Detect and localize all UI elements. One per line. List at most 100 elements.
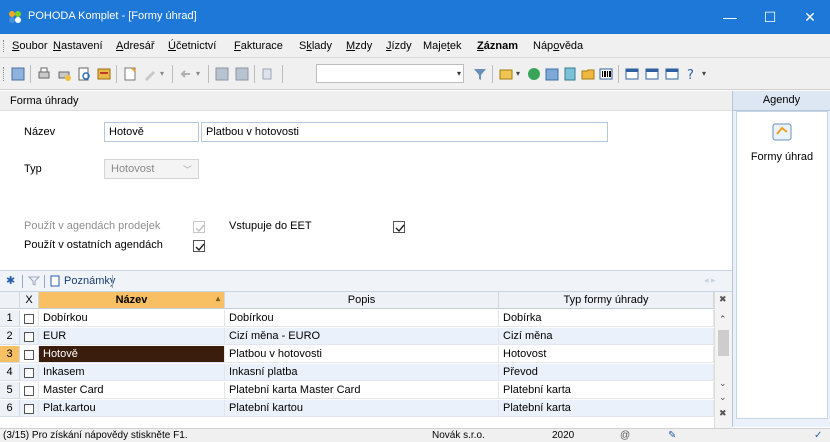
menu-napoveda[interactable]: Nápověda bbox=[533, 40, 583, 52]
print-setup-icon[interactable] bbox=[56, 66, 72, 82]
row-number[interactable]: 3 bbox=[0, 346, 20, 363]
cell-typ[interactable]: Platební karta bbox=[499, 382, 714, 399]
cell-nazev[interactable]: Plat.kartou bbox=[39, 400, 225, 417]
maximize-button[interactable]: ☐ bbox=[750, 0, 790, 34]
menu-nastaveni[interactable]: Nastavení bbox=[53, 40, 103, 52]
cell-nazev[interactable]: Hotově bbox=[39, 346, 225, 363]
eet-checkbox[interactable] bbox=[393, 221, 405, 233]
window-tile-icon[interactable] bbox=[624, 66, 640, 82]
back-arrow-icon[interactable] bbox=[178, 66, 194, 82]
edit-icon[interactable] bbox=[142, 66, 158, 82]
help-icon[interactable]: ? bbox=[684, 66, 700, 82]
cell-typ[interactable]: Cizí měna bbox=[499, 328, 714, 345]
cell-popis[interactable]: Platební kartou bbox=[225, 400, 499, 417]
agendy-list: Formy úhrad bbox=[736, 111, 828, 419]
book-icon[interactable] bbox=[10, 66, 26, 82]
cell-nazev[interactable]: EUR bbox=[39, 328, 225, 345]
report-icon[interactable] bbox=[96, 66, 112, 82]
status-email-icon[interactable]: @ bbox=[620, 430, 630, 441]
scroll-up-icon[interactable]: ⌃ bbox=[719, 314, 727, 325]
quick-search-combo[interactable]: ▾ bbox=[316, 64, 464, 83]
new-record-icon[interactable] bbox=[122, 66, 138, 82]
cell-nazev[interactable]: Dobírkou bbox=[39, 310, 225, 327]
window-cascade-icon[interactable] bbox=[644, 66, 660, 82]
scroll-end-icon[interactable]: ✖ bbox=[719, 408, 727, 419]
edit-dropdown-icon[interactable]: ▾ bbox=[160, 69, 164, 78]
menu-fakturace[interactable]: Fakturace bbox=[234, 40, 283, 52]
grid-header-nazev[interactable]: Název ▴ bbox=[39, 292, 225, 309]
menu-jizdy[interactable]: Jízdy bbox=[386, 40, 412, 52]
status-pen-icon[interactable]: ✎ bbox=[668, 430, 676, 441]
back-dropdown-icon[interactable]: ▾ bbox=[196, 69, 200, 78]
print-preview-icon[interactable] bbox=[76, 66, 92, 82]
row-number[interactable]: 2 bbox=[0, 328, 20, 345]
save-all-icon[interactable] bbox=[234, 66, 250, 82]
menu-zaznam[interactable]: Záznam bbox=[477, 40, 518, 52]
row-checkbox[interactable] bbox=[24, 314, 34, 324]
row-number[interactable]: 5 bbox=[0, 382, 20, 399]
agenda-item-formy-uhrad[interactable]: Formy úhrad bbox=[737, 116, 827, 176]
document-icon[interactable] bbox=[498, 66, 514, 82]
grid-header-popis[interactable]: Popis bbox=[225, 292, 499, 309]
menu-adresar[interactable]: Adresář bbox=[116, 40, 155, 52]
scroll-thumb[interactable] bbox=[718, 330, 729, 356]
row-number[interactable]: 4 bbox=[0, 364, 20, 381]
row-checkbox[interactable] bbox=[24, 332, 34, 342]
menu-sklady[interactable]: Sklady bbox=[299, 40, 332, 52]
cell-typ[interactable]: Převod bbox=[499, 364, 714, 381]
combo-dropdown-icon[interactable]: ▾ bbox=[457, 69, 461, 78]
nazev-input[interactable]: Hotově bbox=[104, 122, 199, 142]
record-form: Forma úhrady Název Hotově Platbou v hoto… bbox=[0, 91, 732, 270]
ostatni-checkbox[interactable] bbox=[193, 240, 205, 252]
document-dropdown-icon[interactable]: ▾ bbox=[516, 69, 520, 78]
print-icon[interactable] bbox=[36, 66, 52, 82]
scroll-down-icon[interactable]: ⌄ bbox=[719, 378, 727, 389]
grid-header-x[interactable]: X bbox=[20, 292, 39, 309]
pin-icon[interactable]: ✱ bbox=[6, 274, 15, 287]
close-button[interactable]: ✕ bbox=[790, 0, 830, 34]
window-list-icon[interactable] bbox=[664, 66, 680, 82]
menu-majetek[interactable]: Majetek bbox=[423, 40, 462, 52]
grid-header-typ[interactable]: Typ formy úhrady bbox=[499, 292, 714, 309]
cell-typ[interactable]: Dobírka bbox=[499, 310, 714, 327]
tab-scroll-arrows-icon[interactable]: ◂ ▸ bbox=[704, 275, 716, 286]
row-checkbox[interactable] bbox=[24, 350, 34, 360]
save-icon[interactable] bbox=[214, 66, 230, 82]
cell-nazev[interactable]: Inkasem bbox=[39, 364, 225, 381]
cell-nazev[interactable]: Master Card bbox=[39, 382, 225, 399]
menu-soubor[interactable]: Soubor bbox=[12, 40, 47, 52]
scroll-page-down-icon[interactable]: ⌄ bbox=[719, 392, 727, 403]
link-icon[interactable] bbox=[526, 66, 542, 82]
cell-typ[interactable]: Hotovost bbox=[499, 346, 714, 363]
cell-popis[interactable]: Platbou v hotovosti bbox=[225, 346, 499, 363]
minimize-button[interactable]: — bbox=[710, 0, 750, 34]
barcode-icon[interactable] bbox=[598, 66, 614, 82]
grid-vertical-scrollbar[interactable]: ✖ ⌃ ⌄ ⌄ ✖ bbox=[714, 292, 732, 428]
nazev-label: Název bbox=[24, 126, 56, 138]
calendar-icon[interactable] bbox=[544, 66, 560, 82]
filter-icon[interactable] bbox=[472, 66, 488, 82]
filter-clear-icon[interactable] bbox=[28, 275, 40, 287]
column-chooser-icon[interactable]: ✖ bbox=[719, 294, 727, 305]
folder-icon[interactable] bbox=[580, 66, 596, 82]
status-check-icon[interactable]: ✓ bbox=[814, 430, 822, 441]
popis-input[interactable]: Platbou v hotovosti bbox=[201, 122, 608, 142]
menu-mzdy[interactable]: Mzdy bbox=[346, 40, 372, 52]
menu-ucetnictvi[interactable]: Účetnictví bbox=[168, 40, 216, 52]
cell-popis[interactable]: Platební karta Master Card bbox=[225, 382, 499, 399]
row-checkbox[interactable] bbox=[24, 368, 34, 378]
row-checkbox[interactable] bbox=[24, 404, 34, 414]
ostatni-label: Použít v ostatních agendách bbox=[24, 239, 163, 251]
help-dropdown-icon[interactable]: ▾ bbox=[702, 69, 706, 78]
prodejky-checkbox[interactable] bbox=[193, 221, 205, 233]
copy-icon[interactable] bbox=[260, 66, 276, 82]
cell-popis[interactable]: Inkasní platba bbox=[225, 364, 499, 381]
typ-select[interactable]: Hotovost ﹀ bbox=[104, 159, 199, 179]
cell-popis[interactable]: Dobírkou bbox=[225, 310, 499, 327]
row-number[interactable]: 6 bbox=[0, 400, 20, 417]
row-checkbox[interactable] bbox=[24, 386, 34, 396]
cell-typ[interactable]: Platební karta bbox=[499, 400, 714, 417]
calculator-icon[interactable] bbox=[562, 66, 578, 82]
cell-popis[interactable]: Cizí měna - EURO bbox=[225, 328, 499, 345]
row-number[interactable]: 1 bbox=[0, 310, 20, 327]
